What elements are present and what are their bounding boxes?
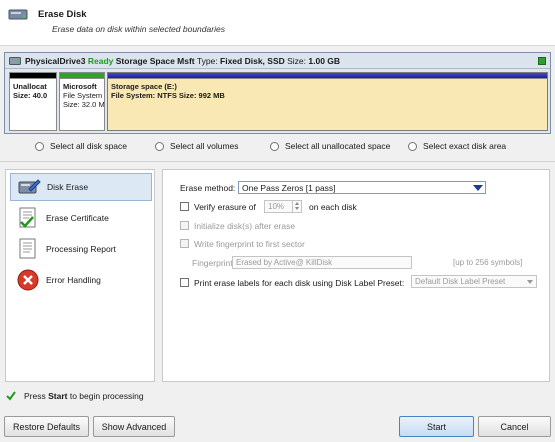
nav-label: Disk Erase <box>47 182 89 192</box>
fingerprint-hint: [up to 256 symbols] <box>453 258 523 267</box>
label-preset-select[interactable]: Default Disk Label Preset <box>411 275 537 288</box>
radio-label: Select all disk space <box>50 141 128 151</box>
write-fingerprint-label: Write fingerprint to first sector <box>194 239 305 249</box>
status-prefix: Press <box>24 391 46 401</box>
hard-disk-icon <box>9 57 21 65</box>
disk-type-label: Type: <box>196 56 218 66</box>
erase-method-select[interactable]: One Pass Zeros [1 pass] <box>238 181 486 194</box>
partition-strip: Unallocat Size: 40.0 Microsoft File Syst… <box>9 72 548 131</box>
print-labels-label: Print erase labels for each disk using D… <box>194 278 405 288</box>
disk-status-indicator <box>538 57 546 65</box>
verify-percent-value: 10% <box>268 202 285 211</box>
restore-defaults-button[interactable]: Restore Defaults <box>4 416 89 437</box>
radio-select-exact-area[interactable]: Select exact disk area <box>408 141 506 151</box>
disk-size-label: Size: <box>287 56 307 66</box>
partition-storage-space[interactable]: Storage space (E:) File System: NTFS Siz… <box>107 72 548 131</box>
status-line: Press Start to begin processing <box>6 391 144 401</box>
disk-header[interactable]: PhysicalDrive3 Ready Storage Space Msft … <box>5 53 550 69</box>
report-icon <box>19 238 36 259</box>
initialize-disks-checkbox[interactable] <box>180 221 189 230</box>
erase-disk-icon <box>8 9 28 20</box>
disk-type-value: Fixed Disk, SSD <box>220 56 285 66</box>
disk-size-value: 1.00 GB <box>308 56 341 66</box>
partition-name: Storage space (E:) <box>111 82 177 91</box>
fingerprint-field-label: Fingerprint: <box>192 258 235 268</box>
partition-details: File System: NTFS Size: 992 MB <box>111 91 225 100</box>
radio-select-all-disk-space[interactable]: Select all disk space <box>35 141 127 151</box>
nav-label: Erase Certificate <box>46 213 109 223</box>
show-advanced-button[interactable]: Show Advanced <box>93 416 175 437</box>
nav-item-processing-report[interactable]: Processing Report <box>10 235 152 263</box>
label-preset-value: Default Disk Label Preset <box>415 277 506 286</box>
nav-item-erase-certificate[interactable]: Erase Certificate <box>10 204 152 232</box>
certificate-icon <box>19 207 36 228</box>
verify-suffix-label: on each disk <box>309 202 357 212</box>
chevron-down-icon[interactable] <box>473 185 483 191</box>
verify-erasure-checkbox[interactable] <box>180 202 189 211</box>
disk-name: PhysicalDrive3 <box>25 56 86 66</box>
partition-name: Unallocat <box>13 82 47 91</box>
initialize-disks-label: Initialize disk(s) after erase <box>194 221 296 231</box>
partition-size: Size: 40.0 <box>13 91 48 100</box>
erase-method-label: Erase method: <box>180 183 236 193</box>
radio-label: Select all unallocated space <box>285 141 391 151</box>
disk-info-line: PhysicalDrive3 Ready Storage Space Msft … <box>25 56 340 66</box>
radio-button[interactable] <box>155 141 164 151</box>
write-fingerprint-checkbox[interactable] <box>180 239 189 248</box>
nav-item-error-handling[interactable]: Error Handling <box>10 266 152 294</box>
partition-unallocated[interactable]: Unallocat Size: 40.0 <box>9 72 57 131</box>
nav-item-disk-erase[interactable]: Disk Erase <box>10 173 152 201</box>
chevron-down-icon[interactable] <box>527 280 533 284</box>
checkmark-icon <box>6 391 16 401</box>
cancel-button[interactable]: Cancel <box>478 416 551 437</box>
radio-button[interactable] <box>408 141 417 151</box>
status-suffix: to begin processing <box>69 391 144 401</box>
status-bold: Start <box>48 391 68 401</box>
start-button[interactable]: Start <box>399 416 474 437</box>
disk-status: Ready <box>87 56 114 66</box>
radio-select-all-volumes[interactable]: Select all volumes <box>155 141 239 151</box>
nav-label: Processing Report <box>46 244 116 254</box>
fingerprint-value: Erased by Active@ KillDisk <box>236 258 333 267</box>
spinner-arrows-icon[interactable] <box>292 201 301 212</box>
disk-map: PhysicalDrive3 Ready Storage Space Msft … <box>4 52 551 134</box>
page-title: Erase Disk <box>38 9 87 20</box>
erase-method-value: One Pass Zeros [1 pass] <box>242 183 336 193</box>
nav-label: Error Handling <box>46 275 101 285</box>
divider <box>0 161 555 162</box>
fingerprint-input[interactable]: Erased by Active@ KillDisk <box>232 256 412 269</box>
radio-label: Select all volumes <box>170 141 239 151</box>
partition-name: Microsoft <box>63 82 97 91</box>
header: Erase Disk Erase data on disk within sel… <box>0 0 555 46</box>
page-subtitle: Erase data on disk within selected bound… <box>52 24 225 34</box>
disk-erase-icon <box>18 179 41 194</box>
disk-model: Storage Space Msft <box>115 56 195 66</box>
radio-select-all-unallocated[interactable]: Select all unallocated space <box>270 141 390 151</box>
print-labels-checkbox[interactable] <box>180 278 189 287</box>
settings-panel: Erase method: One Pass Zeros [1 pass] Ve… <box>162 169 550 382</box>
radio-label: Select exact disk area <box>423 141 507 151</box>
radio-button[interactable] <box>270 141 279 151</box>
verify-erasure-label: Verify erasure of <box>194 202 256 212</box>
settings-nav: Disk Erase Erase Certificate Processing … <box>5 169 155 382</box>
error-icon <box>17 269 39 291</box>
selection-options: Select all disk space Select all volumes… <box>0 141 555 155</box>
verify-percent-spinner[interactable]: 10% <box>264 200 302 213</box>
radio-button[interactable] <box>35 141 44 151</box>
partition-filesystem: File System <box>63 91 103 100</box>
partition-size: Size: 32.0 M <box>63 100 105 109</box>
partition-microsoft-reserved[interactable]: Microsoft File System Size: 32.0 M <box>59 72 105 131</box>
